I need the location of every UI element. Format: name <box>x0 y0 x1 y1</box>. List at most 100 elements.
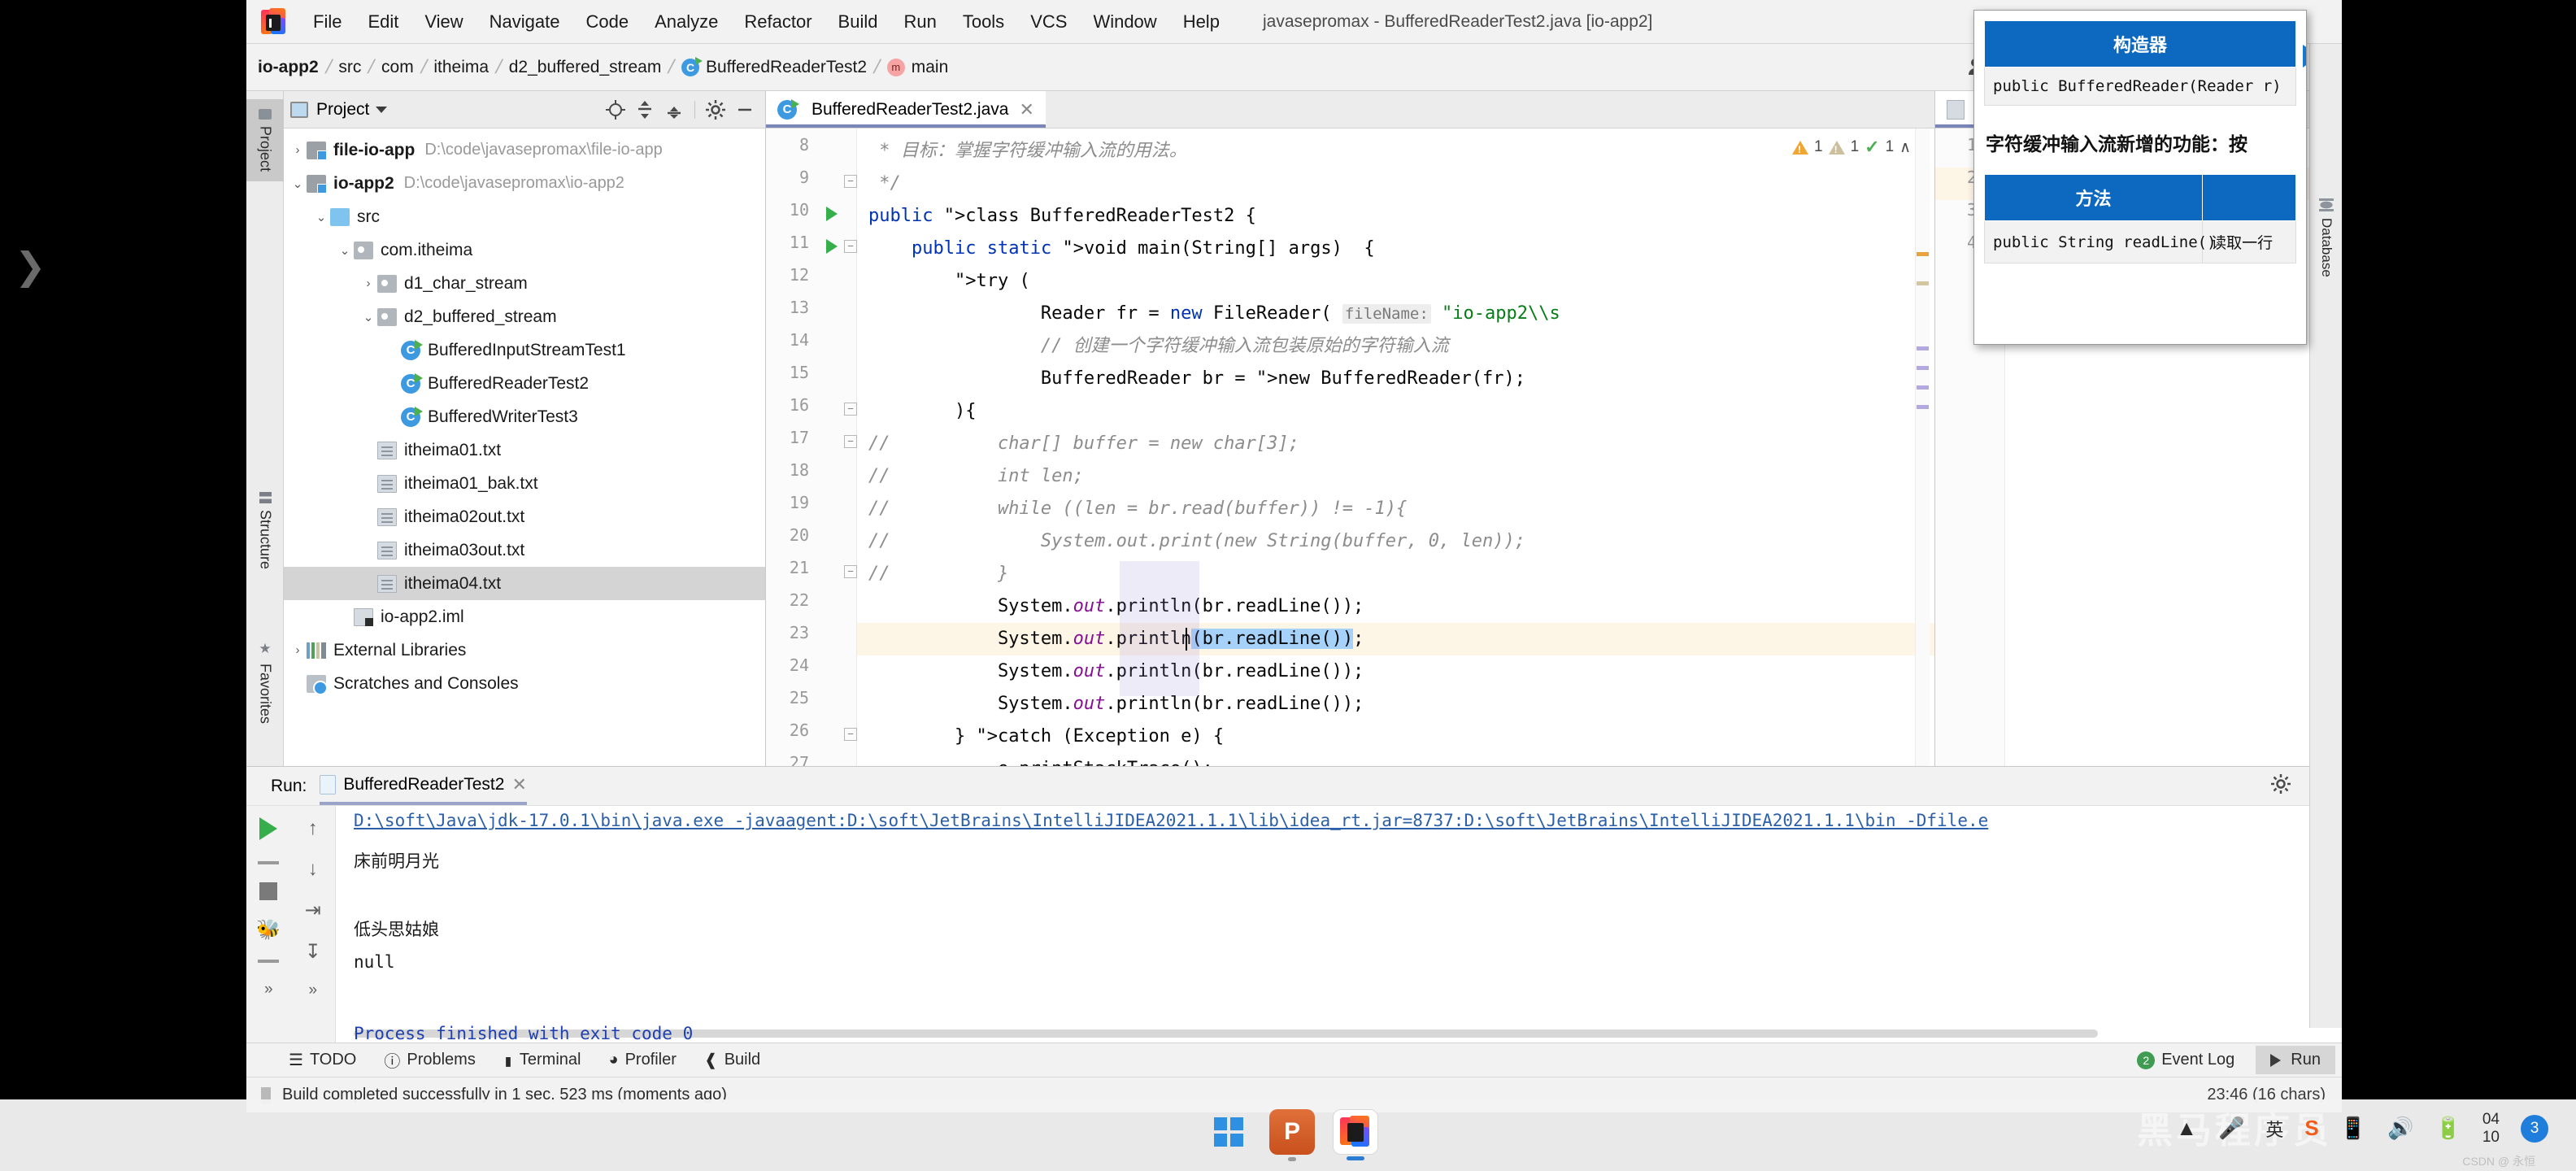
chevron-down-icon[interactable]: ⌄ <box>336 243 354 258</box>
menu-item-view[interactable]: View <box>411 7 476 37</box>
sidebar-tab-structure[interactable]: Structure <box>246 482 284 579</box>
code-line[interactable]: ){ <box>868 395 977 428</box>
tree-item[interactable]: › io-app2.iml <box>284 600 765 633</box>
tree-item[interactable]: › itheima01_bak.txt <box>284 467 765 500</box>
soft-wrap-icon[interactable]: ⇥ <box>305 899 321 922</box>
code-fold-icon[interactable]: − <box>844 565 857 578</box>
sidebar-tab-favorites[interactable]: ★ Favorites <box>246 631 284 734</box>
rerun-icon[interactable] <box>259 817 278 840</box>
code-line[interactable]: // while ((len = br.read(buffer)) != -1)… <box>868 493 1407 525</box>
menu-item-refactor[interactable]: Refactor <box>731 7 825 37</box>
code-line[interactable]: public static ">void main(String[] args)… <box>868 233 1375 265</box>
chevron-right-icon[interactable]: › <box>359 276 377 290</box>
scroll-up-icon[interactable]: ↑ <box>308 817 318 840</box>
volume-icon[interactable]: 🔊 <box>2387 1116 2413 1141</box>
chevron-right-icon[interactable]: › <box>359 543 377 557</box>
tree-item[interactable]: ›C BufferedWriterTest3 <box>284 400 765 433</box>
chevron-right-icon[interactable]: › <box>383 343 401 357</box>
breadcrumb-io-app2[interactable]: io-app2 <box>258 58 319 77</box>
code-line[interactable]: System.out.println(br.readLine()); <box>868 655 1364 688</box>
menu-item-vcs[interactable]: VCS <box>1017 7 1080 37</box>
tree-item[interactable]: ›C BufferedInputStreamTest1 <box>284 333 765 367</box>
code-line[interactable]: // } <box>868 558 1008 590</box>
run-gutter-icon[interactable] <box>826 239 838 254</box>
tree-item[interactable]: ⌄ d2_buffered_stream <box>284 300 765 333</box>
menu-item-file[interactable]: File <box>300 7 355 37</box>
bottom-tab-terminal[interactable]: ▮ Terminal <box>503 1051 581 1070</box>
code-line[interactable]: System.out.println(br.readLine()); <box>868 623 1364 655</box>
code-line[interactable]: e.printStackTrace(); <box>868 753 1213 766</box>
code-line[interactable]: // char[] buffer = new char[3]; <box>868 428 1299 460</box>
run-tab[interactable]: BufferedReaderTest2 ✕ <box>320 774 527 805</box>
code-line[interactable]: // 创建一个字符缓冲输入流包装原始的字符输入流 <box>868 330 1449 363</box>
microphone-icon[interactable]: 🎤 <box>2218 1116 2244 1141</box>
breadcrumb-method[interactable]: m main <box>886 58 948 77</box>
tree-item[interactable]: › itheima03out.txt <box>284 533 765 567</box>
bottom-tab-profiler[interactable]: ◕ Profiler <box>608 1051 676 1069</box>
scroll-down-icon[interactable]: ↓ <box>308 858 318 881</box>
menu-item-edit[interactable]: Edit <box>355 7 411 37</box>
chevron-right-icon[interactable]: › <box>336 610 354 624</box>
code-line[interactable]: ">try ( <box>868 265 1030 298</box>
code-line[interactable]: System.out.println(br.readLine()); <box>868 688 1364 720</box>
ime-icon[interactable]: 英 <box>2265 1116 2283 1142</box>
code-line[interactable]: public ">class BufferedReaderTest2 { <box>868 200 1256 233</box>
breadcrumb-src[interactable]: src <box>338 58 361 77</box>
taskbar-clock[interactable]: 04 10 <box>2482 1111 2500 1147</box>
minimize-icon[interactable] <box>731 96 759 124</box>
event-log-button[interactable]: 2 Event Log <box>2137 1051 2234 1069</box>
chevron-right-icon[interactable]: › <box>289 143 307 157</box>
chevron-down-icon[interactable]: ⌄ <box>289 176 307 191</box>
chevron-right-icon[interactable]: › <box>359 477 377 490</box>
code-line[interactable]: */ <box>868 168 901 200</box>
code-fold-icon[interactable]: − <box>844 240 857 253</box>
inspection-widget[interactable]: 1 1 ✓ 1 ∧ ∨ <box>1791 137 1928 158</box>
chevron-down-icon[interactable] <box>376 106 388 113</box>
console-line[interactable]: D:\soft\Java\jdk-17.0.1\bin\java.exe -ja… <box>354 811 1988 830</box>
tree-item[interactable]: › itheima01.txt <box>284 433 765 467</box>
sogou-icon[interactable]: S <box>2304 1116 2318 1141</box>
tree-item[interactable]: ⌄ io-app2 D:\code\javasepromax\io-app2 <box>284 167 765 200</box>
sidebar-tab-database[interactable]: Database <box>2310 190 2343 285</box>
chevron-down-icon[interactable]: ⌄ <box>312 210 330 224</box>
code-line[interactable]: Reader fr = new FileReader( fileName: "i… <box>868 298 1560 330</box>
notification-badge[interactable]: 3 <box>2521 1114 2548 1143</box>
tree-item[interactable]: ⌄ com.itheima <box>284 233 765 267</box>
more-actions-icon[interactable]: » <box>308 982 317 999</box>
menu-item-tools[interactable]: Tools <box>950 7 1017 37</box>
menu-item-build[interactable]: Build <box>825 7 891 37</box>
menu-item-analyze[interactable]: Analyze <box>642 7 731 37</box>
more-actions-icon[interactable]: » <box>264 981 273 999</box>
code-editor[interactable]: 8 9−10 11−12 13 14 15 16−17−18 19 20 21−22 23 24 25 2… <box>766 128 1934 766</box>
chevron-right-icon[interactable]: › <box>383 377 401 390</box>
tree-item[interactable]: › itheima02out.txt <box>284 500 765 533</box>
expand-all-icon[interactable] <box>631 96 659 124</box>
chevron-up-icon[interactable]: ▲ <box>2176 1116 2197 1141</box>
code-fold-icon[interactable]: − <box>844 728 857 741</box>
bottom-tab-build[interactable]: ❰ Build <box>704 1050 760 1070</box>
menu-item-window[interactable]: Window <box>1080 7 1169 37</box>
code-text[interactable]: * 目标：掌握字符缓冲输入流的用法。 */public ">class Buff… <box>857 128 1934 766</box>
menu-item-run[interactable]: Run <box>890 7 949 37</box>
run-tool-window-button[interactable]: Run <box>2256 1046 2335 1074</box>
tree-item[interactable]: ›CBufferedReaderTest2 <box>284 367 765 400</box>
chevron-right-icon[interactable]: › <box>359 510 377 524</box>
menu-item-code[interactable]: Code <box>573 7 642 37</box>
tree-item[interactable]: › External Libraries <box>284 633 765 667</box>
chevron-down-icon[interactable]: ⌄ <box>359 310 377 324</box>
settings-gear-icon[interactable] <box>702 96 729 124</box>
code-line[interactable]: System.out.println(br.readLine()); <box>868 590 1364 623</box>
collapse-all-icon[interactable] <box>660 96 688 124</box>
project-tree[interactable]: › file-io-app D:\code\javasepromax\file-io… <box>284 128 765 766</box>
code-line[interactable]: * 目标：掌握字符缓冲输入流的用法。 <box>868 135 1187 168</box>
stop-icon[interactable] <box>259 882 278 900</box>
chevron-right-icon[interactable]: › <box>289 677 307 690</box>
intellij-idea-icon[interactable] <box>1333 1109 1378 1160</box>
settings-gear-icon[interactable] <box>2270 773 2291 799</box>
code-line[interactable]: } ">catch (Exception e) { <box>868 720 1224 753</box>
chevron-right-icon[interactable]: › <box>359 443 377 457</box>
code-line[interactable]: BufferedReader br = ">new BufferedReader… <box>868 363 1525 395</box>
prev-problem-icon[interactable]: ∧ <box>1899 138 1911 157</box>
close-icon[interactable]: ✕ <box>511 774 526 795</box>
close-icon[interactable]: ✕ <box>1019 99 1033 120</box>
